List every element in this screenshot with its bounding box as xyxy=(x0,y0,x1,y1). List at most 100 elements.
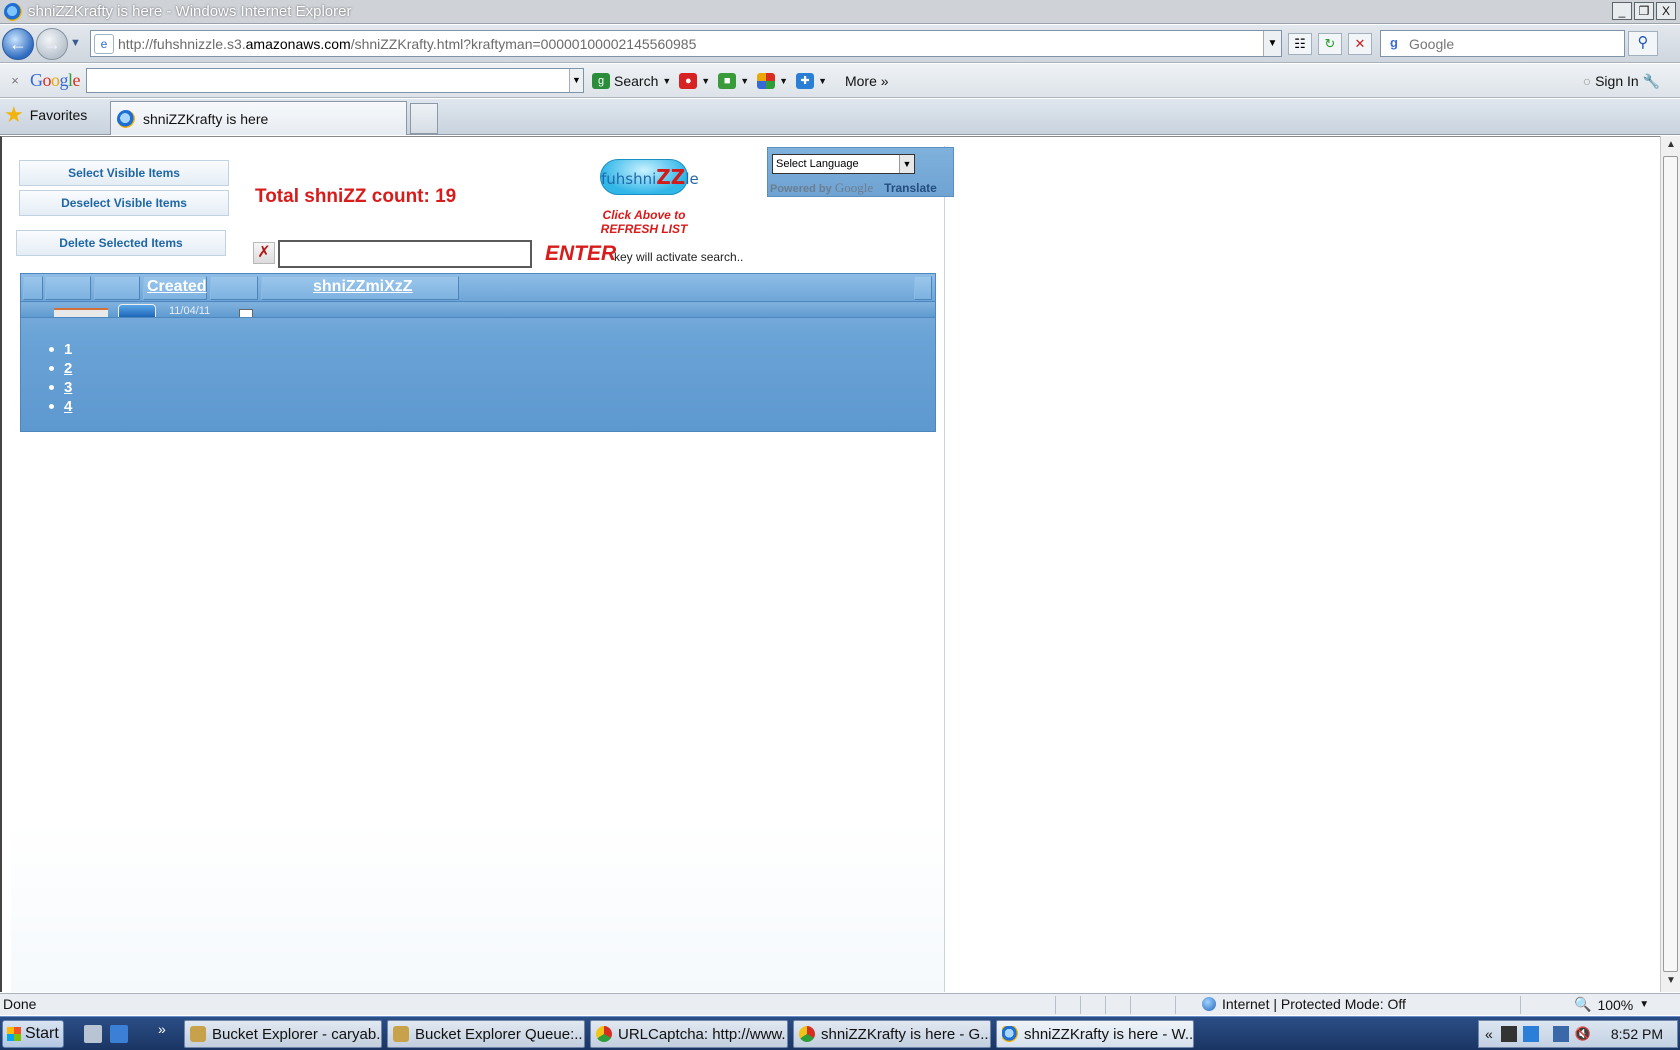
item-checkbox[interactable] xyxy=(239,309,253,317)
back-button[interactable]: ← xyxy=(2,28,34,60)
minimize-button[interactable]: _ xyxy=(1612,2,1632,20)
stop-icon[interactable]: ✕ xyxy=(1348,33,1372,55)
refresh-icon[interactable]: ↻ xyxy=(1318,33,1342,55)
favorites-button[interactable]: ★ Favorites xyxy=(4,104,87,126)
browser-window: shniZZKrafty is here - Windows Internet … xyxy=(0,0,1680,1050)
deselect-visible-items-button[interactable]: Deselect Visible Items xyxy=(19,190,229,216)
vertical-scrollbar[interactable]: ▲ ▼ xyxy=(1660,136,1680,992)
chevron-down-icon[interactable]: ▼ xyxy=(899,155,914,173)
taskbar-item-bucket-explorer[interactable]: Bucket Explorer - caryab... xyxy=(184,1020,382,1048)
address-dropdown-icon[interactable]: ▼ xyxy=(1263,31,1281,56)
pagination-item: 2 xyxy=(49,359,72,378)
history-dropdown-icon[interactable]: ▼ xyxy=(70,37,81,49)
item-thumbnail[interactable] xyxy=(54,308,108,317)
chevron-down-icon: ▼ xyxy=(662,75,672,86)
refresh-logo-button[interactable]: fuhshniZZle xyxy=(600,159,699,195)
tab-shnizzkrafty[interactable]: shniZZKrafty is here xyxy=(110,101,407,135)
header-cell-check[interactable] xyxy=(210,276,258,300)
google-wordmark: Google xyxy=(834,180,874,195)
tray-volume-muted-icon[interactable]: 🔇 xyxy=(1575,1026,1591,1042)
zoom-control[interactable]: 🔍 100% ▼ xyxy=(1574,996,1649,1013)
status-divider xyxy=(1105,996,1106,1014)
scroll-thumb[interactable] xyxy=(1663,156,1678,972)
globe-icon xyxy=(1202,997,1216,1011)
refresh-note-line-1: Click Above to xyxy=(602,208,686,222)
clock[interactable]: 8:52 PM xyxy=(1611,1026,1663,1042)
new-tab-button[interactable] xyxy=(410,103,438,134)
tray-expand-icon[interactable]: « xyxy=(1485,1026,1493,1042)
select-visible-items-button[interactable]: Select Visible Items xyxy=(19,160,229,186)
compatibility-view-icon[interactable]: ☷ xyxy=(1288,33,1312,55)
header-cell-icon[interactable] xyxy=(94,276,140,300)
status-text: Done xyxy=(3,996,37,1012)
settings-dropdown-icon[interactable] xyxy=(1520,996,1570,1014)
chevron-down-icon: ▼ xyxy=(818,75,827,86)
sign-in-button[interactable]: ○ Sign In 🔧 xyxy=(1583,73,1660,90)
scroll-down-icon[interactable]: ▼ xyxy=(1664,975,1678,989)
sort-by-mix-link[interactable]: shniZZmiXzZ xyxy=(313,278,413,296)
taskbar-item-shnizz-ie[interactable]: shniZZKrafty is here - W... xyxy=(996,1020,1194,1048)
clear-search-icon[interactable]: ✗ xyxy=(253,242,275,264)
search-go-icon[interactable]: ⚲ xyxy=(1628,31,1658,56)
task-label: URLCaptcha: http://www.... xyxy=(618,1025,788,1043)
status-divider xyxy=(1175,996,1176,1014)
bucket-icon xyxy=(393,1026,409,1042)
item-created-date: 11/04/11 xyxy=(169,305,211,317)
language-select[interactable]: Select Language ▼ xyxy=(772,154,915,174)
search-button-label: Search xyxy=(614,72,659,89)
quicklaunch-printer-icon[interactable] xyxy=(84,1025,102,1043)
page-link-3[interactable]: 3 xyxy=(64,379,72,396)
close-button[interactable]: X xyxy=(1656,2,1676,20)
logo-text-prefix: fuhshni xyxy=(601,170,657,188)
logo-text-suffix: le xyxy=(685,170,699,188)
wrench-icon[interactable]: 🔧 xyxy=(1643,73,1660,89)
scroll-up-icon[interactable]: ▲ xyxy=(1664,139,1678,153)
translate-link[interactable]: Translate xyxy=(884,181,937,195)
pagination-item: 3 xyxy=(49,378,72,397)
favorites-bar: ★ Favorites shniZZKrafty is here xyxy=(0,99,1680,135)
more-button[interactable]: More » xyxy=(845,73,889,89)
toolbar-addon-button-2[interactable]: ■ ▼ xyxy=(718,72,749,89)
toolbar-addon-button-1[interactable]: ● ▼ xyxy=(679,72,710,89)
forward-button[interactable]: → xyxy=(36,28,68,60)
start-button[interactable]: Start xyxy=(2,1020,64,1048)
bullet-icon xyxy=(49,366,54,371)
google-toolbar: × Google ▼ g Search ▼ ● ▼ ■ ▼ ▼ ✚ ▼ More » … xyxy=(0,64,1680,98)
tray-network-icon[interactable] xyxy=(1552,1026,1569,1042)
page-link-4[interactable]: 4 xyxy=(64,398,72,415)
toolbar-addon-button-4[interactable]: ✚ ▼ xyxy=(796,72,827,89)
quicklaunch-desktop-icon[interactable] xyxy=(110,1025,128,1043)
security-zone[interactable]: Internet | Protected Mode: Off xyxy=(1202,996,1406,1012)
tray-camera-icon[interactable] xyxy=(1500,1026,1517,1042)
header-cell-select[interactable] xyxy=(23,276,43,300)
page-link-2[interactable]: 2 xyxy=(64,360,72,377)
title-bar: shniZZKrafty is here - Windows Internet … xyxy=(0,0,1680,24)
header-cell-thumb[interactable] xyxy=(45,276,91,300)
search-box[interactable]: g Google xyxy=(1380,30,1625,57)
privacy-icon[interactable] xyxy=(1130,996,1152,1014)
google-search-dropdown-icon[interactable]: ▼ xyxy=(569,69,584,92)
chrome-icon xyxy=(596,1026,612,1042)
toolbar-addon-button-3[interactable]: ▼ xyxy=(757,72,788,89)
zone-label: Internet | Protected Mode: Off xyxy=(1222,996,1406,1012)
item-app-icon[interactable] xyxy=(118,304,156,317)
url-text[interactable]: http://fuhshnizzle.s3.amazonaws.com/shni… xyxy=(118,36,696,52)
google-search-button[interactable]: g Search ▼ xyxy=(592,72,672,89)
search-placeholder[interactable]: Google xyxy=(1409,36,1454,52)
address-bar[interactable]: e http://fuhshnizzle.s3.amazonaws.com/sh… xyxy=(90,30,1282,57)
google-logo: Google xyxy=(30,70,81,90)
taskbar: Start » Bucket Explorer - caryab... Buck… xyxy=(0,1016,1680,1050)
toolbar-close-icon[interactable]: × xyxy=(0,73,30,88)
window-title: shniZZKrafty is here - Windows Internet … xyxy=(28,3,352,20)
google-toolbar-search-input[interactable]: ▼ xyxy=(86,68,585,93)
delete-selected-items-button[interactable]: Delete Selected Items xyxy=(16,230,226,256)
tray-sync-icon[interactable] xyxy=(1522,1026,1539,1042)
taskbar-item-shnizz-chrome[interactable]: shniZZKrafty is here - G... xyxy=(793,1020,991,1048)
taskbar-item-urlcaptcha[interactable]: URLCaptcha: http://www.... xyxy=(590,1020,788,1048)
powered-by-label: Powered by xyxy=(770,183,832,195)
taskbar-item-bucket-queue[interactable]: Bucket Explorer Queue:... xyxy=(387,1020,585,1048)
shnizz-search-input[interactable] xyxy=(278,240,532,268)
quicklaunch-more-icon[interactable]: » xyxy=(158,1021,166,1037)
restore-button[interactable]: ❐ xyxy=(1634,2,1654,20)
sort-by-created-link[interactable]: Created xyxy=(147,278,207,296)
